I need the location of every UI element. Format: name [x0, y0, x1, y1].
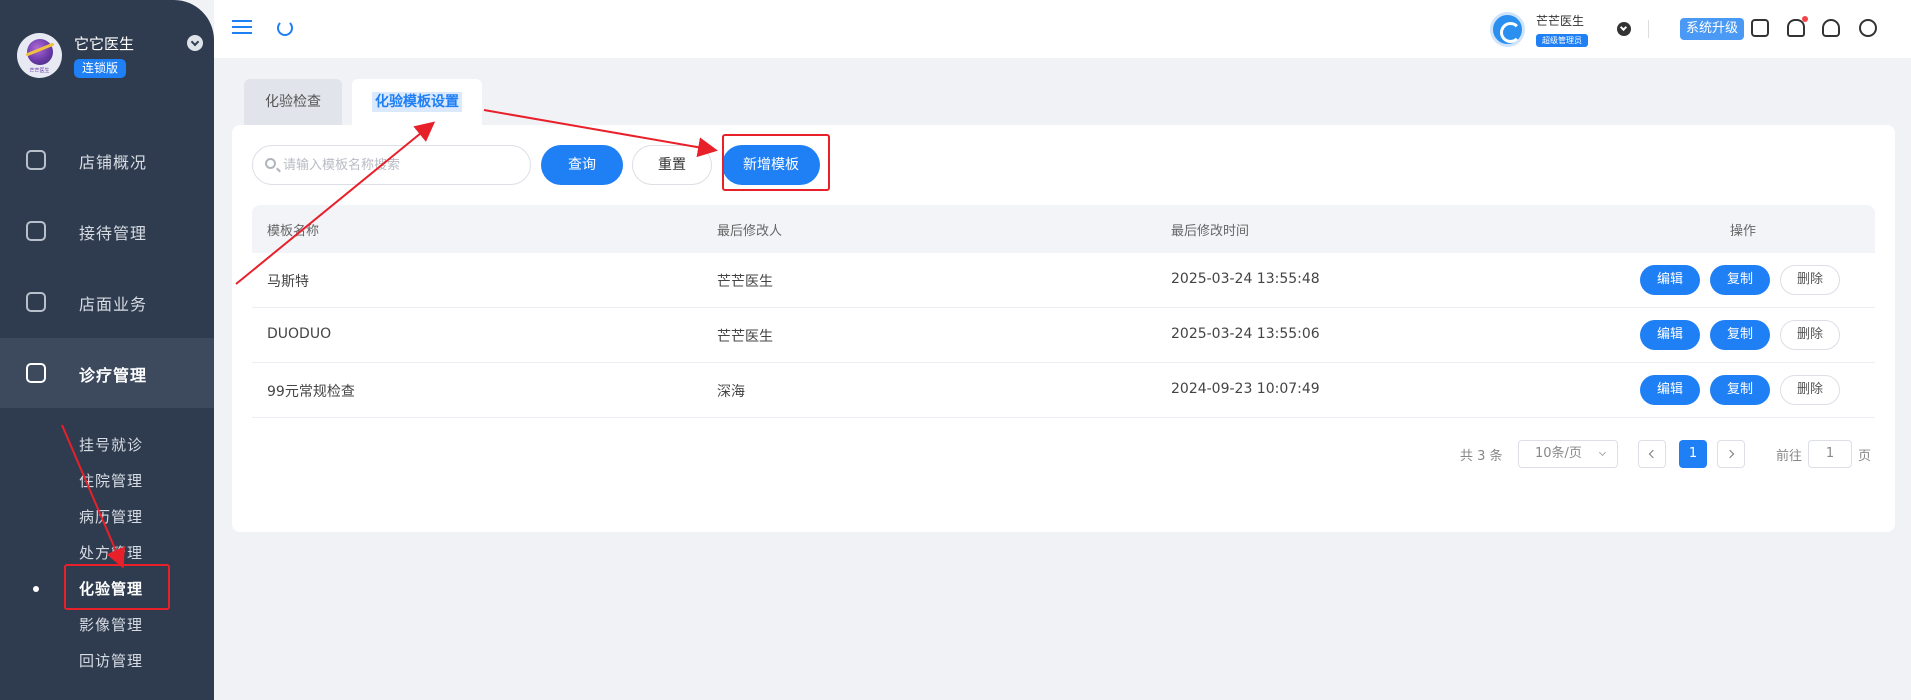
submenu-imaging[interactable]: 影像管理 — [79, 614, 143, 635]
template-name: 99元常规检查 — [267, 384, 355, 400]
logo-caption: 芒芒医生 — [29, 68, 50, 74]
tab-lab-test[interactable]: 化验检查 — [244, 79, 342, 125]
column-header: 最后修改时间 — [1171, 224, 1250, 239]
edition-badge: 连锁版 — [74, 59, 127, 78]
delete-button[interactable]: 删除 — [1780, 375, 1840, 405]
store-icon — [26, 150, 46, 170]
annotation-highlight-lab-menu — [64, 564, 170, 610]
active-indicator-dot — [33, 586, 39, 592]
delete-button[interactable]: 删除 — [1780, 320, 1840, 350]
brand: 芒芒医生 它它医生 连锁版 — [17, 33, 203, 83]
brand-name: 它它医生 — [74, 35, 135, 53]
goto-label: 前往 — [1776, 449, 1803, 464]
brand-logo: 芒芒医生 — [17, 33, 62, 78]
page-suffix: 页 — [1858, 449, 1872, 464]
template-name: DUODUO — [267, 326, 332, 342]
delete-button[interactable]: 删除 — [1780, 265, 1840, 295]
tab-lab-template-settings[interactable]: 化验模板设置 — [352, 79, 482, 127]
edit-button[interactable]: 编辑 — [1640, 265, 1700, 295]
menu-item-store-overview[interactable]: 店铺概况 — [0, 125, 214, 195]
refresh-icon[interactable] — [277, 20, 293, 36]
modified-time: 2025-03-24 13:55:06 — [1171, 326, 1320, 342]
submenu-records[interactable]: 病历管理 — [79, 506, 143, 527]
submenu-inpatient[interactable]: 住院管理 — [79, 470, 143, 491]
menu-item-shop-business[interactable]: 店面业务 — [0, 267, 214, 337]
next-page-button[interactable] — [1717, 440, 1745, 468]
search-icon — [265, 158, 276, 169]
edit-button[interactable]: 编辑 — [1640, 375, 1700, 405]
edit-button[interactable]: 编辑 — [1640, 320, 1700, 350]
search-input[interactable] — [283, 146, 523, 184]
search-box — [252, 145, 531, 185]
header-divider — [1648, 20, 1649, 38]
submenu-prescription[interactable]: 处方管理 — [79, 542, 143, 563]
menu-toggle-icon[interactable] — [232, 20, 252, 34]
column-header: 最后修改人 — [717, 224, 783, 239]
modifier-name: 芒芒医生 — [717, 329, 773, 345]
menu-label: 诊疗管理 — [79, 366, 148, 385]
modified-time: 2024-09-23 10:07:49 — [1171, 381, 1320, 397]
goto-page-input[interactable]: 1 — [1808, 440, 1852, 468]
modified-time: 2025-03-24 13:55:48 — [1171, 271, 1320, 287]
clock-icon[interactable] — [1859, 19, 1877, 37]
submenu-followup[interactable]: 回访管理 — [79, 650, 143, 671]
page-size-select[interactable]: 10条/页 — [1518, 440, 1618, 468]
user-role-badge: 超级管理员 — [1536, 34, 1588, 47]
brand-dropdown-icon[interactable] — [187, 35, 203, 51]
table-header: 模板名称 最后修改人 最后修改时间 操作 — [252, 205, 1875, 253]
copy-button[interactable]: 复制 — [1710, 320, 1770, 350]
pagination-total: 共 3 条 — [1460, 449, 1503, 464]
medical-kit-icon — [26, 363, 46, 383]
copy-button[interactable]: 复制 — [1710, 375, 1770, 405]
modifier-name: 芒芒医生 — [717, 274, 773, 290]
menu-label: 店铺概况 — [79, 153, 148, 172]
table-row: 99元常规检查 深海 2024-09-23 10:07:49 编辑 复制 删除 — [252, 363, 1875, 418]
reset-button[interactable]: 重置 — [632, 145, 712, 185]
search-button[interactable]: 查询 — [541, 145, 623, 185]
annotation-highlight-add-button — [722, 134, 830, 191]
submenu-registration[interactable]: 挂号就诊 — [79, 434, 143, 455]
shop-icon — [26, 292, 46, 312]
top-header: 芒芒医生 超级管理员 系统升级 — [214, 0, 1911, 58]
user-name: 芒芒医生 — [1536, 14, 1585, 28]
modifier-name: 深海 — [717, 384, 745, 400]
system-upgrade-button[interactable]: 系统升级 — [1680, 18, 1745, 40]
tab-label: 化验模板设置 — [372, 92, 462, 112]
table-row: 马斯特 芒芒医生 2025-03-24 13:55:48 编辑 复制 删除 — [252, 253, 1875, 308]
copy-button[interactable]: 复制 — [1710, 265, 1770, 295]
reception-icon — [26, 221, 46, 241]
headset-icon[interactable] — [1822, 19, 1840, 37]
calendar-icon[interactable] — [1751, 19, 1769, 37]
menu-item-reception[interactable]: 接待管理 — [0, 196, 214, 266]
avatar[interactable] — [1490, 12, 1525, 47]
column-header: 操作 — [1730, 224, 1757, 239]
page-number-current[interactable]: 1 — [1679, 440, 1707, 468]
menu-item-medical[interactable]: 诊疗管理 — [0, 338, 214, 408]
bell-icon[interactable] — [1787, 16, 1808, 37]
user-dropdown-icon[interactable] — [1617, 22, 1631, 36]
menu-label: 接待管理 — [79, 224, 148, 243]
menu-label: 店面业务 — [79, 295, 148, 314]
template-name: 马斯特 — [267, 274, 309, 290]
prev-page-button[interactable] — [1638, 440, 1666, 468]
table-row: DUODUO 芒芒医生 2025-03-24 13:55:06 编辑 复制 删除 — [252, 308, 1875, 363]
column-header: 模板名称 — [267, 224, 320, 239]
